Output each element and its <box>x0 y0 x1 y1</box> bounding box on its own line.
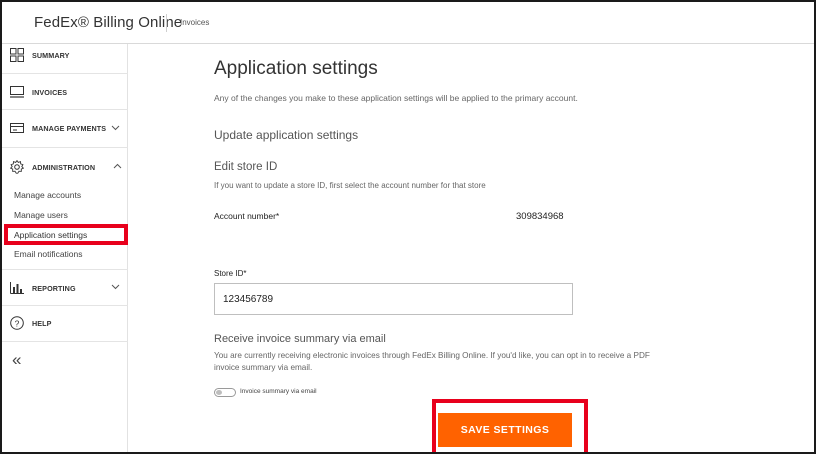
invoice-icon <box>10 86 24 98</box>
payment-card-icon <box>10 123 24 133</box>
collapse-sidebar-icon[interactable]: « <box>12 350 21 370</box>
invoice-summary-toggle[interactable] <box>214 388 236 397</box>
sidebar-subitem-email-notifications[interactable]: Email notifications <box>14 249 83 259</box>
sidebar-item-manage-payments[interactable]: MANAGE PAYMENTS <box>2 110 128 148</box>
page-intro: Any of the changes you make to these app… <box>214 93 578 103</box>
bar-chart-icon <box>10 282 24 294</box>
breadcrumb[interactable]: Invoices <box>180 18 209 27</box>
email-summary-description: You are currently receiving electronic i… <box>214 351 650 372</box>
help-circle-icon: ? <box>10 316 24 330</box>
main-content: Application settings Any of the changes … <box>128 44 814 452</box>
brand-logo-text[interactable]: FedEx® Billing Online <box>34 14 182 31</box>
sidebar-item-help[interactable]: ? HELP <box>2 306 128 342</box>
store-id-label: Store ID* <box>214 269 247 278</box>
sidebar-item-label: MANAGE PAYMENTS <box>32 123 107 133</box>
chevron-down-icon <box>111 282 120 292</box>
grid-icon <box>10 48 24 62</box>
page-title: Application settings <box>214 58 378 79</box>
sidebar-item-label: REPORTING <box>32 283 76 293</box>
app-frame: FedEx® Billing Online Invoices SUMMARY I… <box>0 0 816 454</box>
store-id-help: If you want to update a store ID, first … <box>214 181 486 190</box>
sidebar-item-label: HELP <box>32 318 52 328</box>
chevron-down-icon <box>111 123 120 133</box>
store-id-heading: Edit store ID <box>214 161 278 173</box>
sidebar: SUMMARY INVOICES MANAGE PAYMENTS ADMINIS… <box>2 44 128 452</box>
gear-icon <box>10 160 24 174</box>
toggle-knob <box>216 390 222 395</box>
highlight-box-save-settings <box>432 399 588 452</box>
header-divider <box>166 14 167 32</box>
sidebar-subitem-manage-users[interactable]: Manage users <box>14 210 68 220</box>
invoice-summary-toggle-label: Invoice summary via email <box>240 388 317 395</box>
highlight-box-application-settings <box>4 224 128 245</box>
email-summary-title: Receive invoice summary via email <box>214 333 386 345</box>
sidebar-item-label: SUMMARY <box>32 50 70 60</box>
chevron-up-icon <box>113 161 122 171</box>
account-number-value: 309834968 <box>516 211 564 222</box>
section-title: Update application settings <box>214 128 359 142</box>
svg-text:?: ? <box>15 318 20 328</box>
sidebar-item-invoices[interactable]: INVOICES <box>2 74 128 110</box>
sidebar-item-reporting[interactable]: REPORTING <box>2 270 128 306</box>
sidebar-item-label: ADMINISTRATION <box>32 162 96 172</box>
store-id-input[interactable] <box>214 283 573 315</box>
sidebar-item-label: INVOICES <box>32 87 68 97</box>
account-number-label: Account number* <box>214 211 280 221</box>
sidebar-subitem-manage-accounts[interactable]: Manage accounts <box>14 190 81 200</box>
top-bar: FedEx® Billing Online Invoices <box>2 2 814 44</box>
sidebar-item-administration[interactable]: ADMINISTRATION Manage accounts Manage us… <box>2 148 128 270</box>
sidebar-item-summary[interactable]: SUMMARY <box>2 44 128 74</box>
